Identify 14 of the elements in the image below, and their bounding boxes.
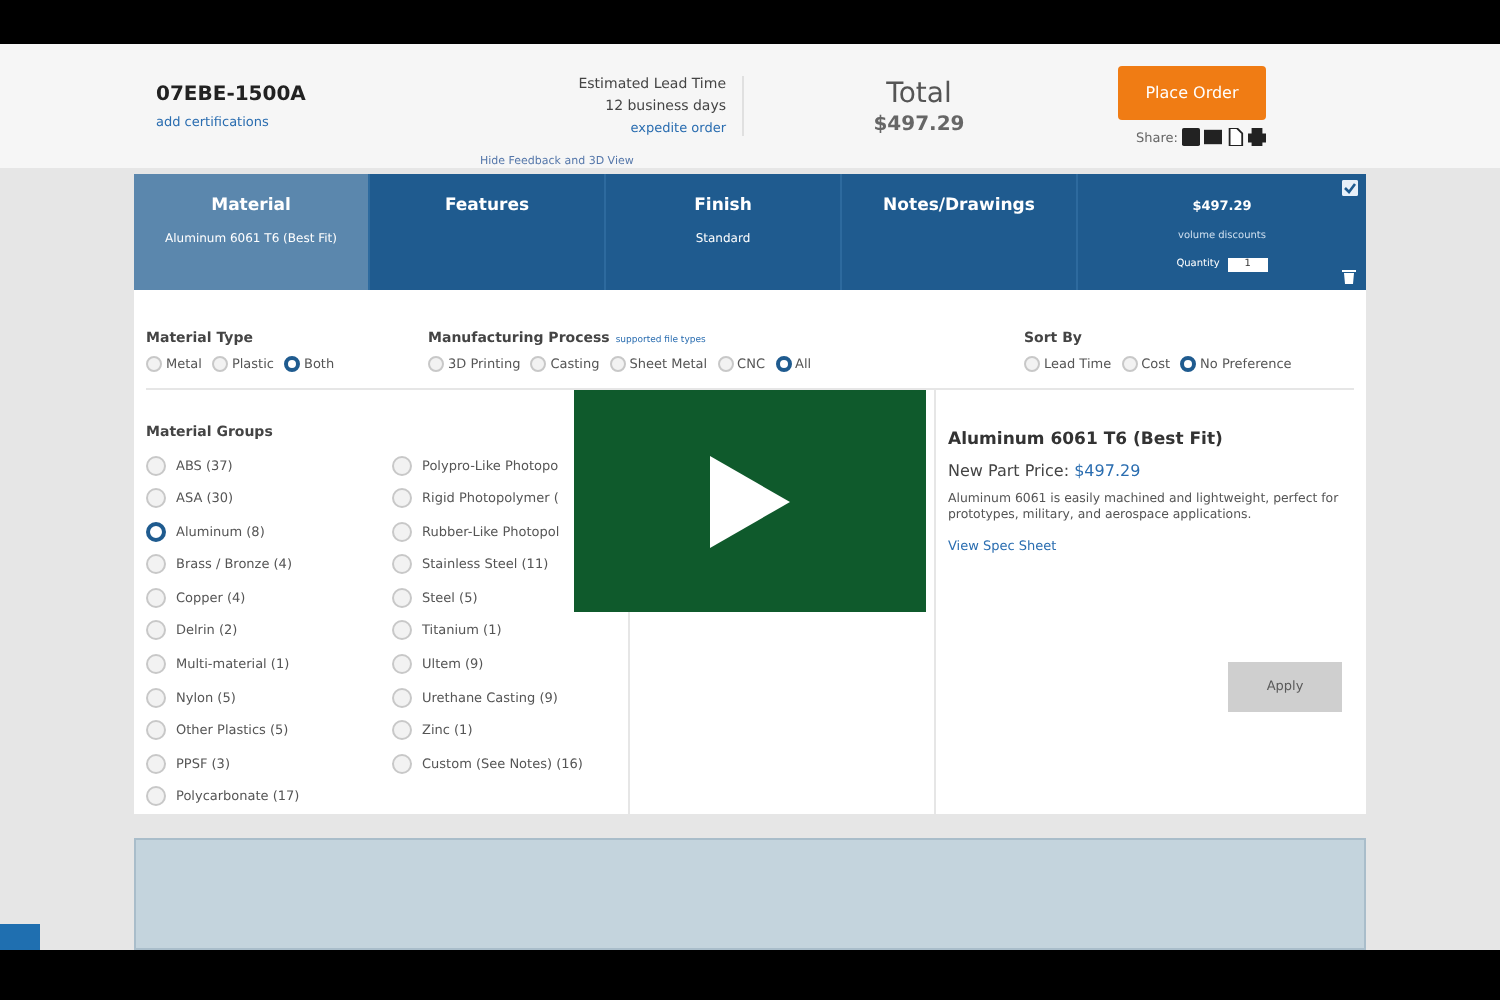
radio-button[interactable] — [1180, 355, 1197, 372]
total-label: Total — [886, 77, 952, 109]
part-number: 07EBE-1500A — [156, 83, 308, 105]
trash-icon[interactable] — [1342, 267, 1356, 284]
radio-button[interactable] — [283, 355, 300, 372]
material-title: Aluminum 6061 T6 (Best Fit) — [948, 429, 1225, 450]
checkbox[interactable] — [1342, 179, 1358, 196]
part-price: New Part Price: $497.29 — [948, 461, 1143, 480]
radio-button[interactable] — [146, 521, 166, 542]
play-icon — [710, 455, 790, 547]
video-play-button[interactable] — [574, 390, 926, 612]
radio-button[interactable] — [775, 355, 791, 372]
total-value: $497.29 — [873, 113, 965, 135]
document-icon[interactable] — [1226, 128, 1244, 146]
